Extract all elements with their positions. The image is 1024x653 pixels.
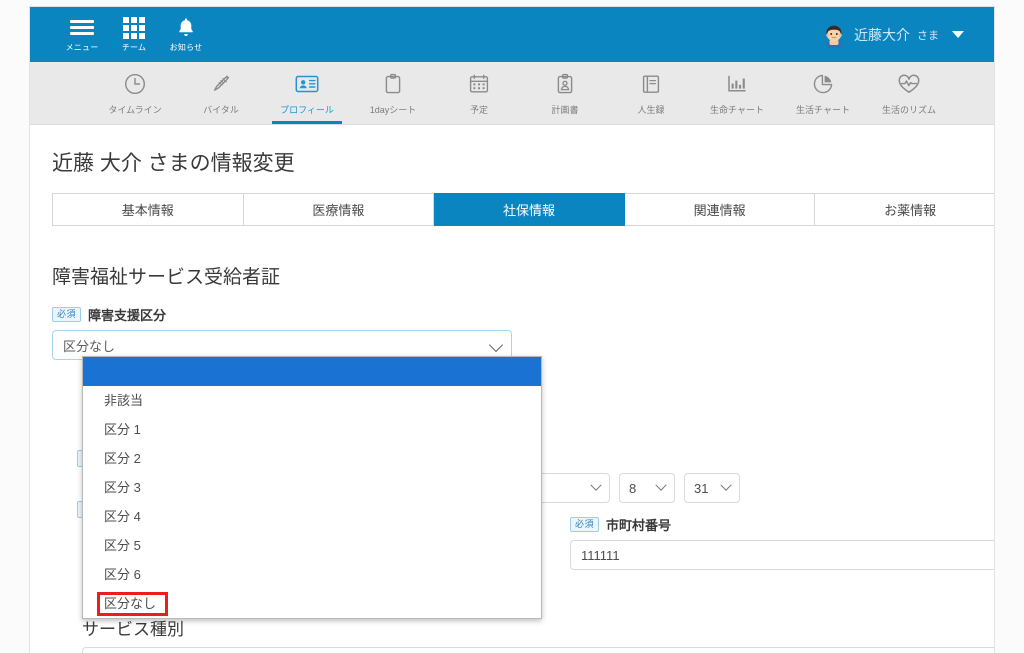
- avatar: [821, 22, 847, 49]
- support-level-select-value: 区分なし: [63, 338, 116, 354]
- book-icon: [639, 71, 663, 97]
- tab-medical-info[interactable]: 医療情報: [243, 193, 435, 226]
- browser-page: メニュー チーム お知らせ 近藤大介 さま タイムライン バイタル プロフィール…: [0, 0, 1024, 653]
- page-title: 近藤 大介 さまの情報変更: [52, 152, 295, 175]
- nav-item-vital[interactable]: バイタル: [178, 62, 264, 124]
- notifications-button[interactable]: お知らせ: [160, 7, 212, 62]
- app-card: メニュー チーム お知らせ 近藤大介 さま タイムライン バイタル プロフィール…: [30, 7, 994, 653]
- user-name-suffix: さま: [917, 29, 939, 42]
- chevron-down-icon: [590, 479, 602, 491]
- tab-related-info[interactable]: 関連情報: [624, 193, 816, 226]
- menu-button[interactable]: メニュー: [56, 7, 108, 62]
- dropdown-option-no-level-label: 区分なし: [104, 596, 157, 611]
- user-name: 近藤大介: [854, 26, 910, 43]
- nav-item-lifechart[interactable]: 生命チャート: [694, 62, 780, 124]
- notifications-button-label: お知らせ: [169, 42, 203, 52]
- heart-pulse-icon: [896, 71, 922, 97]
- dropdown-option-level-1[interactable]: 区分 1: [83, 415, 541, 444]
- dropdown-option-not-applicable[interactable]: 非該当: [83, 386, 541, 415]
- nav-item-livingchart[interactable]: 生活チャート: [780, 62, 866, 124]
- city-number-input[interactable]: 111111: [570, 540, 994, 570]
- support-level-label-row: 必須 障害支援区分: [52, 305, 972, 324]
- nav-item-lifebook-label: 人生録: [637, 104, 665, 115]
- city-number-block: 必須 市町村番号 111111: [570, 515, 994, 570]
- clipboard-person-icon: [553, 71, 577, 97]
- nav-item-lifechart-label: 生命チャート: [710, 104, 764, 115]
- nav-item-careplan-label: 計画書: [551, 104, 579, 115]
- chevron-down-icon: [655, 479, 667, 491]
- chevron-down-icon: [952, 31, 964, 38]
- bell-notification-icon: [176, 17, 196, 39]
- chevron-down-icon: [720, 479, 732, 491]
- nav-item-schedule-label: 予定: [469, 104, 488, 115]
- month-select[interactable]: 8: [619, 473, 675, 503]
- nav-item-liferhythm[interactable]: 生活のリズム: [866, 62, 952, 124]
- clipboard-icon: [381, 71, 405, 97]
- chevron-down-icon: [488, 337, 504, 353]
- nav-item-vital-label: バイタル: [203, 104, 239, 115]
- tab-insurance-info[interactable]: 社保情報: [434, 193, 625, 226]
- nav-item-profile-label: プロフィール: [280, 104, 334, 115]
- nav-item-1daysheet[interactable]: 1dayシート: [350, 62, 436, 124]
- nav-item-1daysheet-label: 1dayシート: [369, 104, 417, 115]
- dropdown-option-no-level[interactable]: 区分なし: [83, 589, 541, 618]
- hamburger-menu-icon: [70, 17, 94, 39]
- service-type-input[interactable]: [82, 647, 994, 653]
- dropdown-option-level-3[interactable]: 区分 3: [83, 473, 541, 502]
- day-select-value: 31: [694, 480, 709, 496]
- grid-apps-icon: [123, 16, 145, 39]
- support-level-label: 障害支援区分: [88, 308, 167, 323]
- calendar-icon: [467, 71, 491, 97]
- nav-item-lifebook[interactable]: 人生録: [608, 62, 694, 124]
- dropdown-option-level-2[interactable]: 区分 2: [83, 444, 541, 473]
- section-nav: タイムライン バイタル プロフィール 1dayシート 予定 計画書 人生録 生命…: [30, 62, 994, 125]
- team-button-label: チーム: [121, 42, 147, 52]
- nav-item-schedule[interactable]: 予定: [436, 62, 522, 124]
- month-select-value: 8: [629, 480, 637, 496]
- team-button[interactable]: チーム: [108, 7, 160, 62]
- nav-item-liferhythm-label: 生活のリズム: [881, 104, 936, 115]
- top-app-bar: メニュー チーム お知らせ 近藤大介 さま: [30, 7, 994, 62]
- menu-button-label: メニュー: [65, 42, 99, 52]
- thermometer-icon: [209, 71, 233, 97]
- info-tabs: 基本情報 医療情報 社保情報 関連情報 お薬情報: [52, 193, 994, 226]
- city-number-label-row: 必須 市町村番号: [570, 515, 994, 534]
- dropdown-option-blank[interactable]: [83, 357, 541, 386]
- nav-item-timeline-label: タイムライン: [108, 104, 162, 115]
- required-badge: 必須: [52, 307, 82, 322]
- dropdown-option-level-5[interactable]: 区分 5: [83, 531, 541, 560]
- dropdown-option-level-4[interactable]: 区分 4: [83, 502, 541, 531]
- tab-medicine-info[interactable]: お薬情報: [815, 193, 994, 226]
- id-card-icon: [294, 71, 320, 97]
- dropdown-option-level-6[interactable]: 区分 6: [83, 560, 541, 589]
- city-number-label: 市町村番号: [606, 518, 672, 533]
- bar-chart-icon: [725, 71, 749, 97]
- required-badge: 必須: [570, 517, 600, 532]
- user-menu[interactable]: 近藤大介 さま: [821, 22, 964, 49]
- nav-item-livingchart-label: 生活チャート: [796, 104, 850, 115]
- nav-item-careplan[interactable]: 計画書: [522, 62, 608, 124]
- nav-item-profile[interactable]: プロフィール: [264, 62, 350, 124]
- support-level-dropdown-list[interactable]: 非該当 区分 1 区分 2 区分 3 区分 4 区分 5 区分 6 区分なし: [82, 356, 542, 619]
- clock-icon: [123, 71, 147, 97]
- section-title: 障害福祉サービス受給者証: [52, 267, 281, 288]
- pie-chart-icon: [811, 71, 835, 97]
- nav-item-timeline[interactable]: タイムライン: [92, 62, 178, 124]
- tab-basic-info[interactable]: 基本情報: [52, 193, 244, 226]
- day-select[interactable]: 31: [684, 473, 740, 503]
